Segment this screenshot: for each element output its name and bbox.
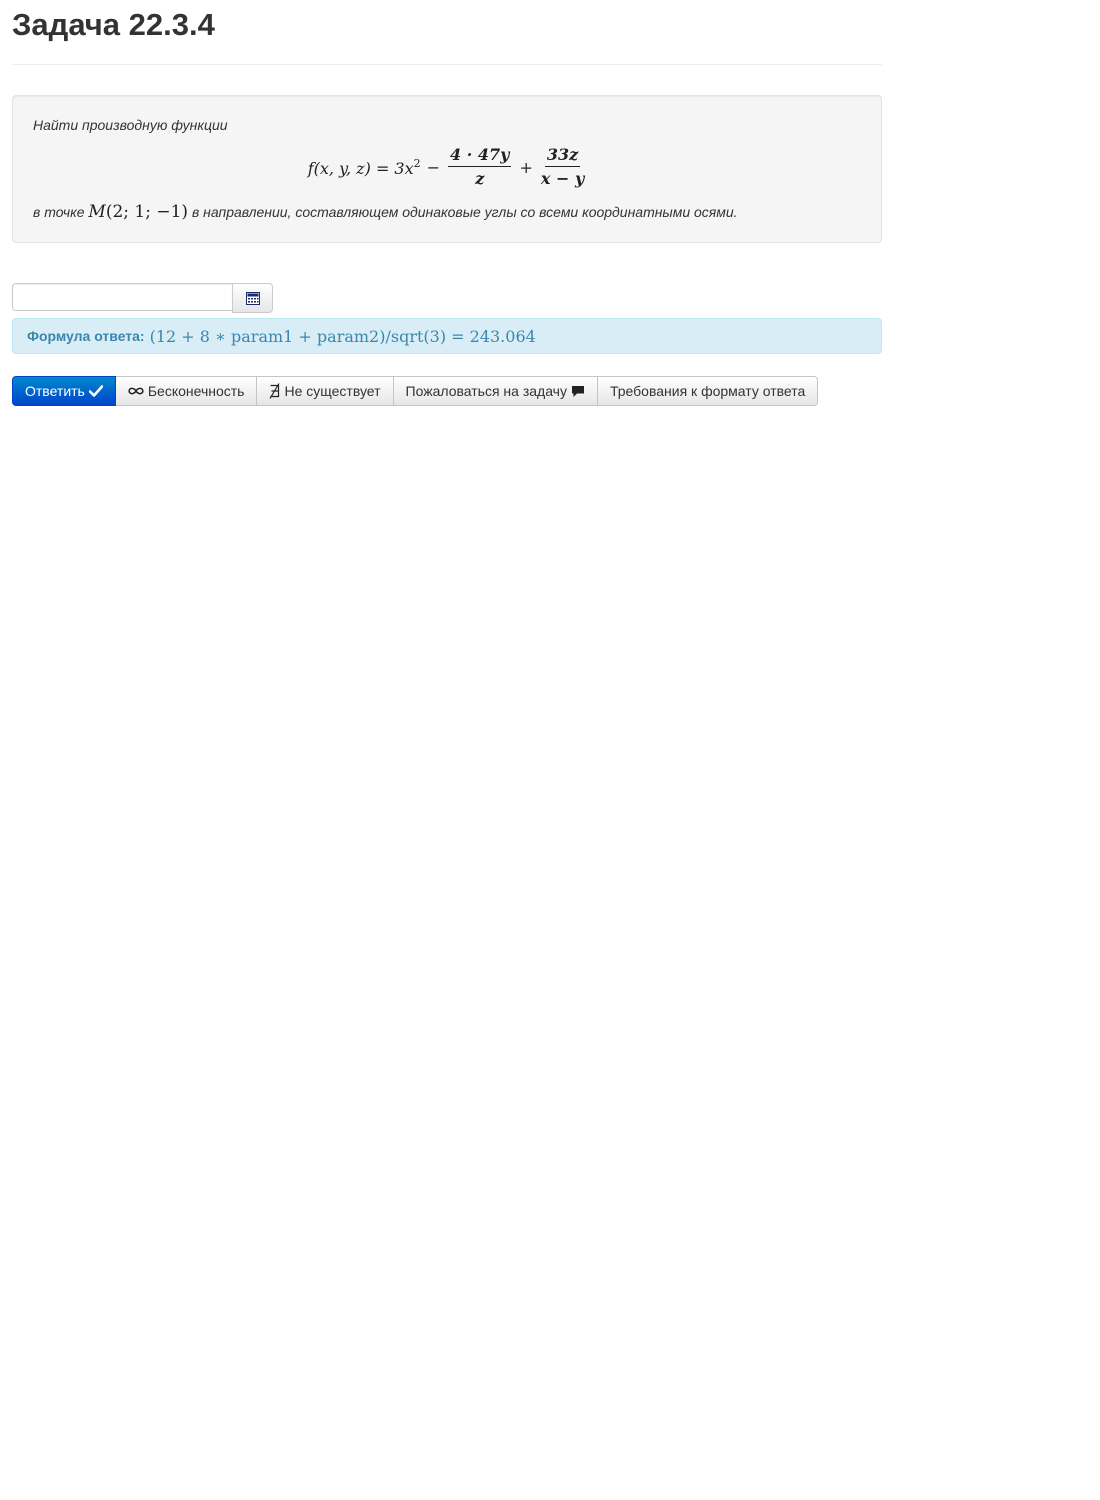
title-divider: [12, 64, 882, 65]
problem-point-text: в точке M(2; 1; −1) в направлении, соста…: [33, 202, 738, 222]
answer-input-group: [12, 283, 273, 313]
problem-box: Найти производную функции f(x, y, z) = 3…: [12, 95, 882, 243]
answer-formula-alert: Формула ответа: (12 + 8 ∗ param1 + param…: [12, 318, 882, 354]
page: Задача 22.3.4 Найти производную функции …: [12, 0, 882, 406]
format-requirements-button[interactable]: Требования к формату ответа: [597, 376, 819, 406]
requirements-button-label: Требования к формату ответа: [609, 383, 806, 399]
not-exists-icon: [269, 383, 280, 399]
comment-icon: [571, 385, 584, 397]
point-math: M(2; 1; −1): [88, 202, 188, 222]
infinity-icon: [128, 387, 144, 395]
answer-formula-expression: (12 + 8 ∗ param1 + param2)/sqrt(3) = 243…: [149, 326, 536, 346]
point-name: M: [88, 202, 106, 222]
formula-exponent: 2: [413, 156, 421, 170]
calculator-icon: [245, 291, 260, 305]
submit-button-label: Ответить: [25, 383, 85, 399]
point-coords: (2; 1; −1): [105, 202, 189, 222]
infinity-button-label: Бесконечность: [147, 383, 245, 399]
action-buttons: Ответить Бесконечность Не существует Пож…: [12, 376, 819, 406]
formula-plus: +: [519, 157, 533, 177]
fraction-2-numerator: 33z: [544, 146, 581, 167]
formula-fraction-1: 4 · 47y z: [448, 146, 512, 188]
point-suffix: в направлении, составляющем одинаковые у…: [191, 204, 738, 220]
calculator-button[interactable]: [232, 283, 273, 313]
report-button-label: Пожаловаться на задачу: [405, 383, 567, 399]
fraction-2-denominator: x − y: [540, 169, 585, 188]
checkmark-icon: [88, 385, 103, 397]
formula-fraction-2: 33z x − y: [541, 146, 584, 188]
fraction-1-numerator: 4 · 47y: [448, 146, 512, 167]
page-title: Задача 22.3.4: [12, 7, 215, 42]
answer-input[interactable]: [12, 283, 232, 311]
not-exists-button[interactable]: Не существует: [257, 376, 394, 406]
fraction-1-denominator: z: [475, 169, 485, 188]
problem-intro: Найти производную функции: [33, 117, 228, 133]
formula-minus: −: [426, 157, 441, 177]
report-problem-button[interactable]: Пожаловаться на задачу: [393, 376, 598, 406]
not-exists-button-label: Не существует: [284, 383, 381, 399]
infinity-button[interactable]: Бесконечность: [115, 376, 258, 406]
answer-formula-label: Формула ответа:: [27, 328, 145, 344]
point-prefix: в точке: [33, 204, 85, 220]
submit-button[interactable]: Ответить: [12, 376, 116, 406]
formula-lhs: f(x, y, z) = 3x2: [307, 156, 421, 178]
function-formula: f(x, y, z) = 3x2 − 4 · 47y z + 33z x − y: [13, 144, 881, 190]
